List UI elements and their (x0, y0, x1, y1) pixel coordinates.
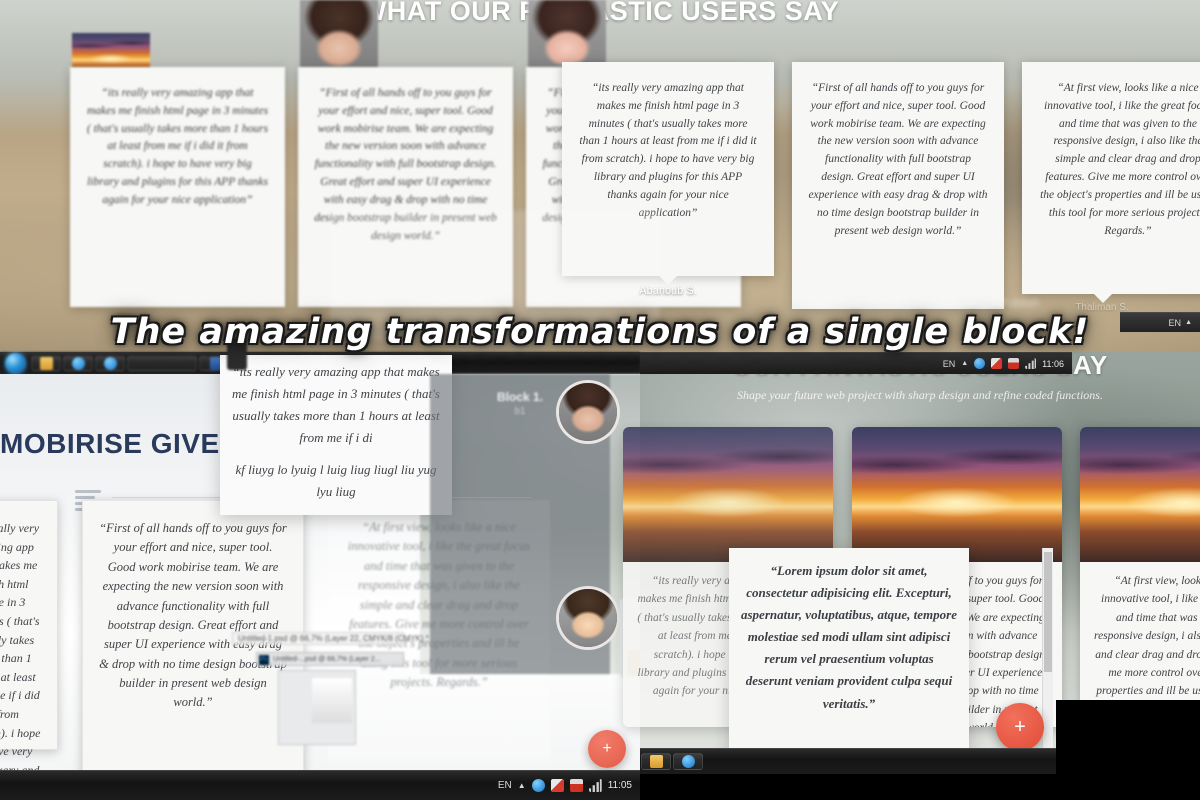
browser-icon (681, 755, 695, 768)
tray-network-icon[interactable] (974, 358, 986, 369)
taskbar-item-browser-br[interactable] (673, 752, 703, 771)
testimonial-card-1: “its really very amazing app that makes … (70, 67, 285, 307)
black-corner-filler-2 (1056, 700, 1200, 800)
br-card-image-2 (852, 427, 1062, 562)
photoshop-taskbar-item[interactable]: Ps Untitled-...psd @ 66,7% (Layer 2... (256, 652, 404, 666)
tray-language[interactable]: EN (498, 780, 512, 791)
photoshop-titlebar: Untitled-1.psd @ 66,7% (Layer 22, CMYK/8… (232, 632, 429, 645)
publish-label-ghost[interactable]: Publish (1000, 296, 1039, 310)
folder-icon (39, 357, 53, 370)
testimonial-card-5: “First of all hands off to you guys for … (792, 62, 1004, 309)
testimonial-card-6: “At first view, looks like a nice innova… (1022, 62, 1200, 303)
tray-antivirus-icon[interactable] (1008, 358, 1020, 369)
overlay-banner-title: The amazing transformations of a single … (110, 312, 1090, 352)
br-card-3: “At first view, looks like a nice innova… (1080, 427, 1200, 727)
tray-language[interactable]: EN (943, 359, 956, 369)
testimonial-quote: “First of all hands off to you guys for … (99, 521, 287, 710)
system-tray-left[interactable]: EN ▲ 11:05 (498, 779, 640, 792)
taskbar-item-mobirise[interactable] (127, 356, 197, 371)
lorem-card: “Lorem ipsum dolor sit amet, consectetur… (729, 548, 969, 758)
popup-paragraph-1: “its really very amazing app that makes … (232, 364, 440, 446)
scrollbar-thumb[interactable] (1044, 552, 1052, 672)
bl-testimonial-card-1: “its really very amazing app that makes … (0, 500, 58, 800)
tray-chevron-up-icon[interactable]: ▲ (961, 360, 968, 367)
photoshop-item-label: Untitled-...psd @ 66,7% (Layer 2... (273, 656, 381, 663)
br-card-image-3 (1080, 427, 1200, 562)
taskbar-item-firefox[interactable] (63, 356, 93, 371)
heading-strong: MOBIRISE GIVES (0, 428, 239, 459)
photoshop-icon: Ps (259, 655, 269, 665)
taskbar-item-explorer-br[interactable] (641, 752, 671, 771)
taskbar-item-chrome[interactable] (95, 356, 125, 371)
tray-dropbox-icon[interactable] (991, 358, 1003, 369)
testimonial-quote: “At first view, looks like a nice innova… (1040, 82, 1200, 237)
browser-icon (71, 357, 85, 370)
editor-text-popup[interactable]: “its really very amazing app that makes … (220, 355, 452, 515)
card-pointer (659, 276, 677, 285)
taskbar-item-explorer[interactable] (31, 356, 61, 371)
lorem-text: “Lorem ipsum dolor sit amet, consectetur… (741, 563, 957, 711)
tray-clock[interactable]: 11:05 (608, 780, 632, 791)
chrome-icon (103, 357, 117, 370)
tray-chevron-up-icon[interactable]: ▲ (518, 781, 526, 790)
system-tray-middle[interactable]: EN ▲ 11:06 (943, 358, 1072, 369)
br-section-subtitle: Shape your future web project with sharp… (737, 388, 1103, 402)
tray-signal-icon[interactable] (1025, 358, 1037, 369)
folder-icon (649, 755, 663, 768)
windows-orb-icon (4, 353, 26, 374)
tray-signal-icon[interactable] (588, 779, 602, 792)
testimonial-quote: “its really very amazing app that makes … (0, 521, 41, 800)
screenshot-composite: WHAT OUR FANTASTIC USERS SAY “its really… (0, 0, 1200, 800)
testimonial-quote: “First of all hands off to you guys for … (808, 82, 988, 237)
tray-antivirus-icon[interactable] (569, 779, 583, 792)
start-button[interactable] (0, 353, 30, 374)
tray-clock[interactable]: 11:06 (1042, 359, 1064, 369)
add-block-fab-right[interactable]: + (996, 703, 1044, 751)
taskbar-middle-strip[interactable]: EN ▲ 11:06 (640, 352, 1072, 374)
testimonial-quote: “its really very amazing app that makes … (86, 87, 269, 206)
photoshop-canvas (312, 678, 352, 723)
block-1-avatar (556, 380, 620, 444)
tray-dropbox-icon[interactable] (550, 779, 564, 792)
tray-network-icon[interactable] (531, 779, 545, 792)
br-card-image-1 (623, 427, 833, 562)
popup-paragraph-2: kf liuyg lo lyuig l luig liug liugl liu … (235, 462, 437, 500)
block-6-avatar (556, 586, 620, 650)
add-block-fab-middle[interactable]: + (588, 730, 626, 768)
taskbar-bottom-left[interactable]: EN ▲ 11:05 (0, 770, 640, 800)
